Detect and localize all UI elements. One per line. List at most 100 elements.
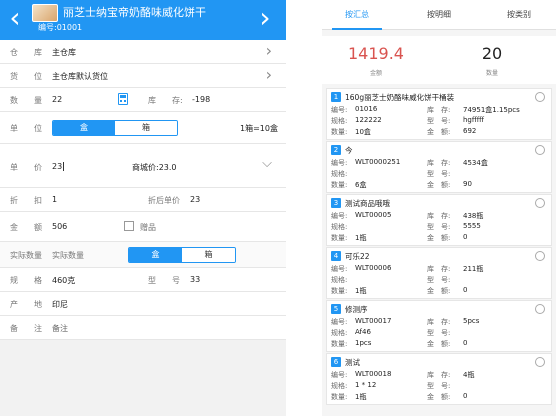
item-model: 5555 [463, 222, 481, 230]
origin-row: 产 地 印尼 [0, 292, 286, 316]
discount-input[interactable]: 1 [52, 195, 57, 204]
note-input[interactable]: 备注 [52, 323, 68, 334]
list-item[interactable]: 5 修测序 编号: WLT00017 库 存: 5pcs 规格: Af46 型 号: 数量: 1pc… [326, 300, 552, 352]
unit-ratio: 1箱=10盒 [240, 124, 278, 133]
mall-price: 商城价:23.0 [132, 163, 177, 172]
item-amount-key: 金 额: [427, 128, 451, 136]
item-spec: 122222 [355, 116, 382, 124]
item-model-key: 型 号: [427, 329, 451, 337]
item-spec-key: 规格: [331, 276, 348, 284]
item-model: hgfffff [463, 116, 484, 124]
spec-value: 460克 [52, 276, 76, 285]
item-qty-key: 数量: [331, 234, 348, 242]
item-qty-key: 数量: [331, 287, 348, 295]
item-stock: 4534盒 [463, 159, 488, 167]
unit-label: 单 位 [10, 124, 42, 133]
unit-row: 单 位 盒 箱 1箱=10盒 [0, 112, 286, 144]
actual-qty-label-2: 实际数量 [52, 251, 84, 260]
item-code: WLT00018 [355, 370, 392, 378]
item-amount: 0 [463, 392, 468, 400]
item-qty-key: 数量: [331, 181, 348, 189]
item-model-key: 型 号: [427, 117, 451, 125]
item-stock: 4瓶 [463, 371, 475, 379]
list-item[interactable]: 2 今编号: WLT0000251 库 存: 4534盒 规格: 型 号: 数量: 6盒 金 额:… [326, 141, 552, 193]
item-stock: 211瓶 [463, 265, 484, 273]
item-spec-key: 规格: [331, 223, 348, 231]
chevron-down-icon[interactable]: ⌵ [262, 156, 272, 172]
list-item[interactable]: 1 160g丽芝士奶酪味威化饼干桶装 编号: 01016 库 存: 74951盒1.15p… [326, 88, 552, 140]
item-select-radio[interactable] [535, 304, 545, 314]
warehouse-row[interactable]: 仓 库 主仓库 › [0, 40, 286, 64]
stock-label: 库 存: [148, 96, 183, 105]
item-select-radio[interactable] [535, 198, 545, 208]
product-title: 丽芝士纳宝帝奶酪味威化饼干 [63, 6, 206, 19]
item-amount-key: 金 额: [427, 181, 451, 189]
actual-unit-selector[interactable]: 盒 箱 [128, 247, 236, 263]
gift-checkbox[interactable] [124, 221, 134, 231]
item-code: 01016 [355, 105, 378, 113]
item-spec-key: 规格: [331, 329, 348, 337]
price-input[interactable]: 23 [52, 162, 65, 171]
item-code: WLT00005 [355, 211, 392, 219]
item-index-badge: 1 [331, 92, 341, 102]
unit-option-box[interactable]: 盒 [53, 121, 115, 135]
item-spec-key: 规格: [331, 117, 348, 125]
item-select-radio[interactable] [535, 251, 545, 261]
actual-unit-option-case[interactable]: 箱 [182, 248, 235, 262]
item-qty: 10盒 [355, 128, 371, 136]
item-qty: 1瓶 [355, 234, 367, 242]
location-row[interactable]: 货 位 主仓库默认货位 › [0, 64, 286, 88]
item-model-key: 型 号: [427, 223, 451, 231]
item-code-key: 编号: [331, 106, 348, 114]
item-spec-key: 规格: [331, 382, 348, 390]
item-stock-key: 库 存: [427, 265, 451, 273]
model-label: 型 号 [148, 276, 180, 285]
item-code-key: 编号: [331, 159, 348, 167]
warehouse-label: 仓 库 [10, 48, 42, 57]
spec-label: 规 格 [10, 276, 42, 285]
calculator-icon[interactable] [118, 93, 128, 105]
unit-selector[interactable]: 盒 箱 [52, 120, 178, 136]
item-code-key: 编号: [331, 371, 348, 379]
list-item[interactable]: 6 测试 编号: WLT00018 库 存: 4瓶 规格: 1 * 12 型 号: 数量: 1瓶 金 … [326, 353, 552, 405]
item-stock: 74951盒1.15pcs [463, 106, 520, 114]
item-select-radio[interactable] [535, 145, 545, 155]
item-code: WLT0000251 [355, 158, 401, 166]
price-label: 单 价 [10, 163, 42, 172]
discount-label: 折 扣 [10, 196, 42, 205]
item-stock-key: 库 存: [427, 106, 451, 114]
item-select-radio[interactable] [535, 92, 545, 102]
tab-detail[interactable]: 按明细 [414, 0, 464, 30]
quantity-label: 数 量 [10, 96, 42, 105]
item-select-radio[interactable] [535, 357, 545, 367]
unit-option-case[interactable]: 箱 [115, 121, 177, 135]
tab-summary[interactable]: 按汇总 [332, 0, 382, 30]
origin-value: 印尼 [52, 300, 68, 309]
item-name: 测试 [345, 358, 360, 367]
item-index-badge: 5 [331, 304, 341, 314]
product-edit-panel: ‹ 丽芝士纳宝帝奶酪味威化饼干 编号:01001 › 仓 库 主仓库 › 货 位… [0, 0, 286, 416]
item-amount-key: 金 额: [427, 234, 451, 242]
list-item[interactable]: 4 可乐22 编号: WLT00006 库 存: 211瓶 规格: 型 号: 数量: 1瓶 金 额:… [326, 247, 552, 299]
item-amount-key: 金 额: [427, 287, 451, 295]
item-code-key: 编号: [331, 212, 348, 220]
item-qty-key: 数量: [331, 393, 348, 401]
actual-unit-option-box[interactable]: 盒 [129, 248, 182, 262]
note-label: 备 注 [10, 324, 42, 333]
empty-area [0, 340, 286, 416]
note-row[interactable]: 备 注 备注 [0, 316, 286, 340]
item-qty-key: 数量: [331, 340, 348, 348]
tab-category[interactable]: 按类别 [494, 0, 544, 30]
item-spec-key: 规格: [331, 170, 348, 178]
origin-label: 产 地 [10, 300, 42, 309]
item-spec: Af46 [355, 328, 371, 336]
list-item[interactable]: 3 测试商品哦哦 编号: WLT00005 库 存: 438瓶 规格: 型 号: 5555 数量:… [326, 194, 552, 246]
next-chevron-icon[interactable]: › [254, 4, 276, 34]
tab-bar: 按汇总 按明细 按类别 [322, 0, 556, 30]
quantity-row: 数 量 22 库 存: -198 [0, 88, 286, 112]
back-chevron-icon[interactable]: ‹ [4, 4, 26, 34]
quantity-input[interactable]: 22 [52, 95, 62, 104]
item-stock-key: 库 存: [427, 212, 451, 220]
summary-amount: 1419.4 [348, 44, 404, 63]
item-amount-key: 金 额: [427, 393, 451, 401]
